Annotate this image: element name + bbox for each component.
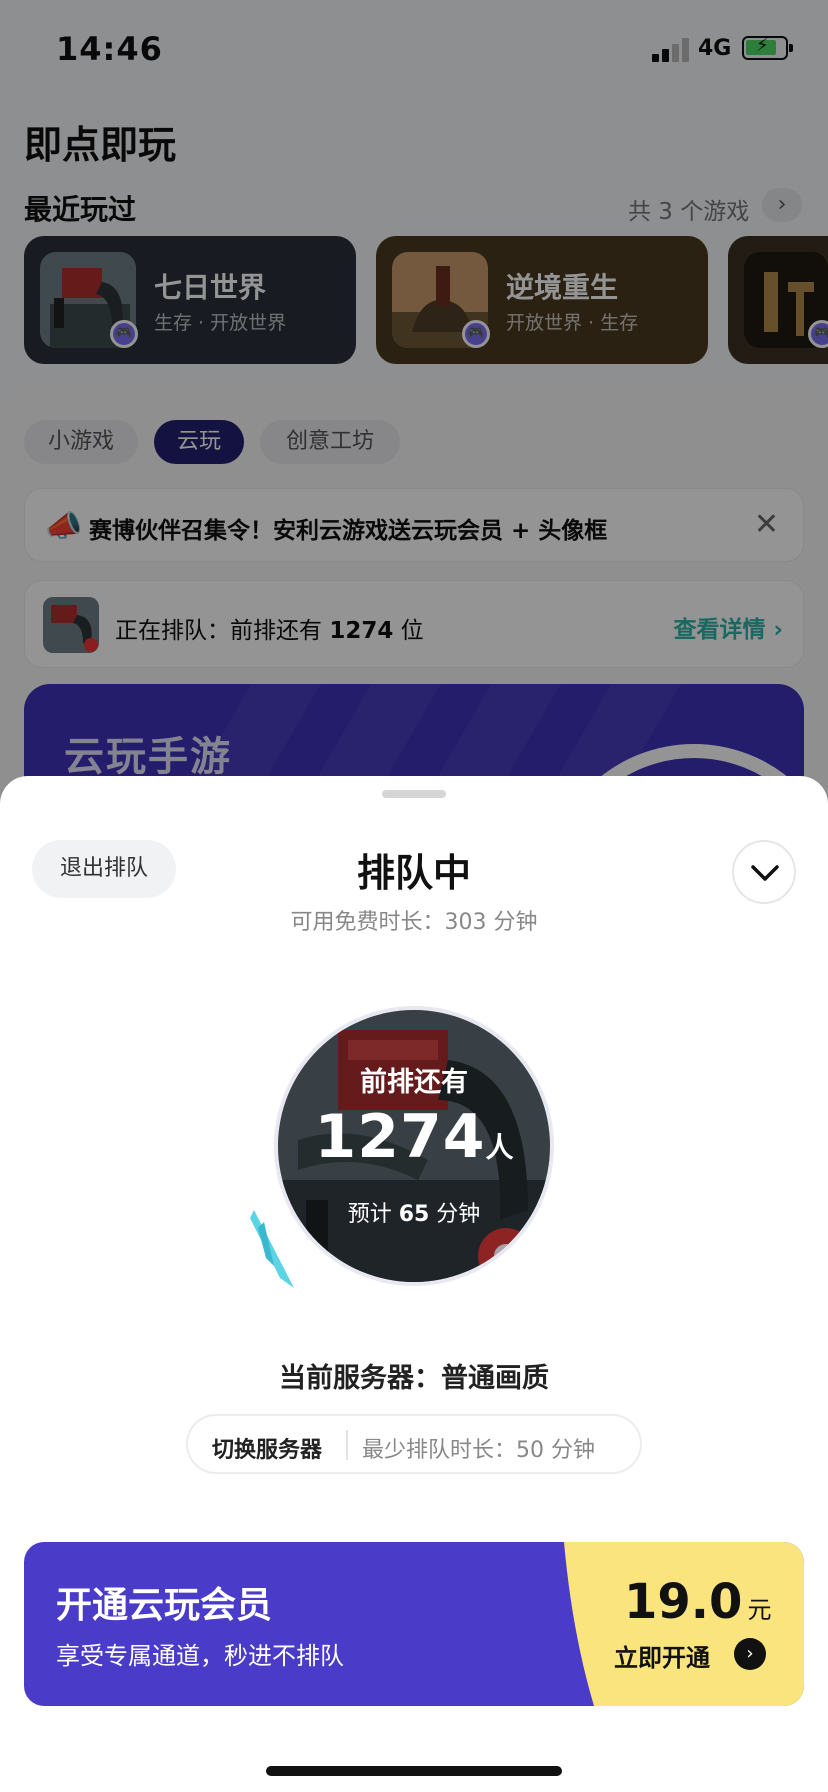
vip-open-now-button[interactable]: 立即开通 (614, 1638, 710, 1673)
vip-membership-card[interactable]: 开通云玩会员 享受专属通道，秒进不排队 19.0 元 立即开通 › (24, 1542, 804, 1706)
eta-suffix: 分钟 (429, 1202, 481, 1227)
vip-title: 开通云玩会员 (56, 1585, 273, 1626)
free-time-remaining: 可用免费时长：303 分钟 (290, 910, 538, 935)
home-indicator[interactable] (266, 1766, 562, 1776)
queue-count-number: 1274 (314, 1102, 486, 1172)
queue-bottom-sheet: 退出排队 排队中 可用免费时长：303 分钟 前排还有 1274人 预计 65 … (0, 776, 828, 1792)
pill-divider (346, 1430, 348, 1460)
chevron-down-icon (751, 865, 779, 881)
current-server-label: 当前服务器：普通画质 (279, 1363, 549, 1394)
vip-price: 19.0 元 (624, 1574, 772, 1630)
arrow-right-icon[interactable]: › (734, 1638, 766, 1670)
estimated-wait: 预计 65 分钟 (278, 1196, 550, 1228)
vip-price-currency: 元 (747, 1596, 772, 1624)
sheet-grabber[interactable] (382, 790, 446, 798)
queue-count-unit: 人 (485, 1131, 514, 1164)
collapse-button[interactable] (732, 840, 796, 904)
switch-server-button[interactable]: 切换服务器 (212, 1432, 322, 1464)
vip-price-amount: 19.0 (624, 1574, 743, 1630)
eta-value: 65 (398, 1202, 430, 1227)
queue-progress-bubble: 前排还有 1274人 预计 65 分钟 (250, 996, 580, 1296)
eta-prefix: 预计 (347, 1202, 399, 1227)
queue-bubble-image: 前排还有 1274人 预计 65 分钟 (274, 1006, 554, 1286)
sheet-title: 排队中 (356, 851, 471, 895)
min-queue-time: 最少排队时长：50 分钟 (362, 1438, 595, 1463)
queue-ahead-count: 1274人 (278, 1102, 550, 1172)
vip-subtitle: 享受专属通道，秒进不排队 (56, 1642, 344, 1670)
server-info-pill: 切换服务器 最少排队时长：50 分钟 (186, 1414, 642, 1474)
queue-ahead-label: 前排还有 (360, 1067, 468, 1098)
